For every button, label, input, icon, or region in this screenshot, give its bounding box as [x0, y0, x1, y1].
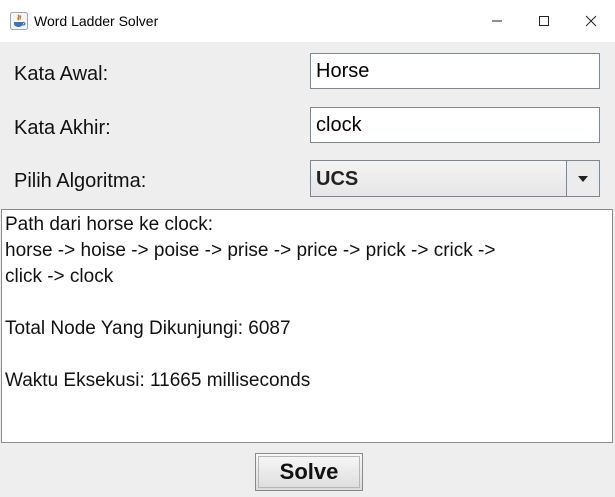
start-word-input[interactable]	[310, 53, 600, 89]
maximize-button[interactable]	[521, 0, 567, 42]
minimize-icon	[492, 20, 502, 22]
execution-time-text: Waktu Eksekusi: 11665 milliseconds	[5, 370, 311, 391]
result-heading: Path dari horse ke clock:	[5, 214, 214, 235]
title-bar: Word Ladder Solver	[0, 0, 615, 42]
result-text-area[interactable]: Path dari horse ke clock: horse -> hoise…	[1, 209, 613, 443]
algorithm-select[interactable]: UCS	[310, 160, 600, 197]
start-word-label: Kata Awal:	[14, 63, 109, 85]
window-title: Word Ladder Solver	[34, 13, 159, 29]
java-app-icon	[10, 12, 28, 30]
algorithm-selected-value: UCS	[316, 168, 359, 190]
close-icon	[585, 15, 597, 27]
algorithm-label: Pilih Algoritma:	[14, 170, 147, 192]
solve-button[interactable]: Solve	[255, 453, 363, 491]
maximize-icon	[539, 16, 549, 26]
main-panel: Kata Awal: Kata Akhir: Pilih Algoritma: …	[0, 42, 615, 497]
result-path-line: horse -> hoise -> poise -> prise -> pric…	[5, 240, 496, 261]
result-path-line-continued: click -> clock	[5, 266, 114, 287]
solve-button-label: Solve	[258, 456, 360, 488]
end-word-input[interactable]	[310, 107, 600, 143]
chevron-down-icon	[578, 175, 588, 182]
visited-nodes-text: Total Node Yang Dikunjungi: 6087	[5, 318, 291, 339]
end-word-label: Kata Akhir:	[14, 117, 111, 139]
minimize-button[interactable]	[474, 0, 520, 42]
dropdown-arrow-button[interactable]	[566, 161, 599, 196]
close-button[interactable]	[568, 0, 614, 42]
